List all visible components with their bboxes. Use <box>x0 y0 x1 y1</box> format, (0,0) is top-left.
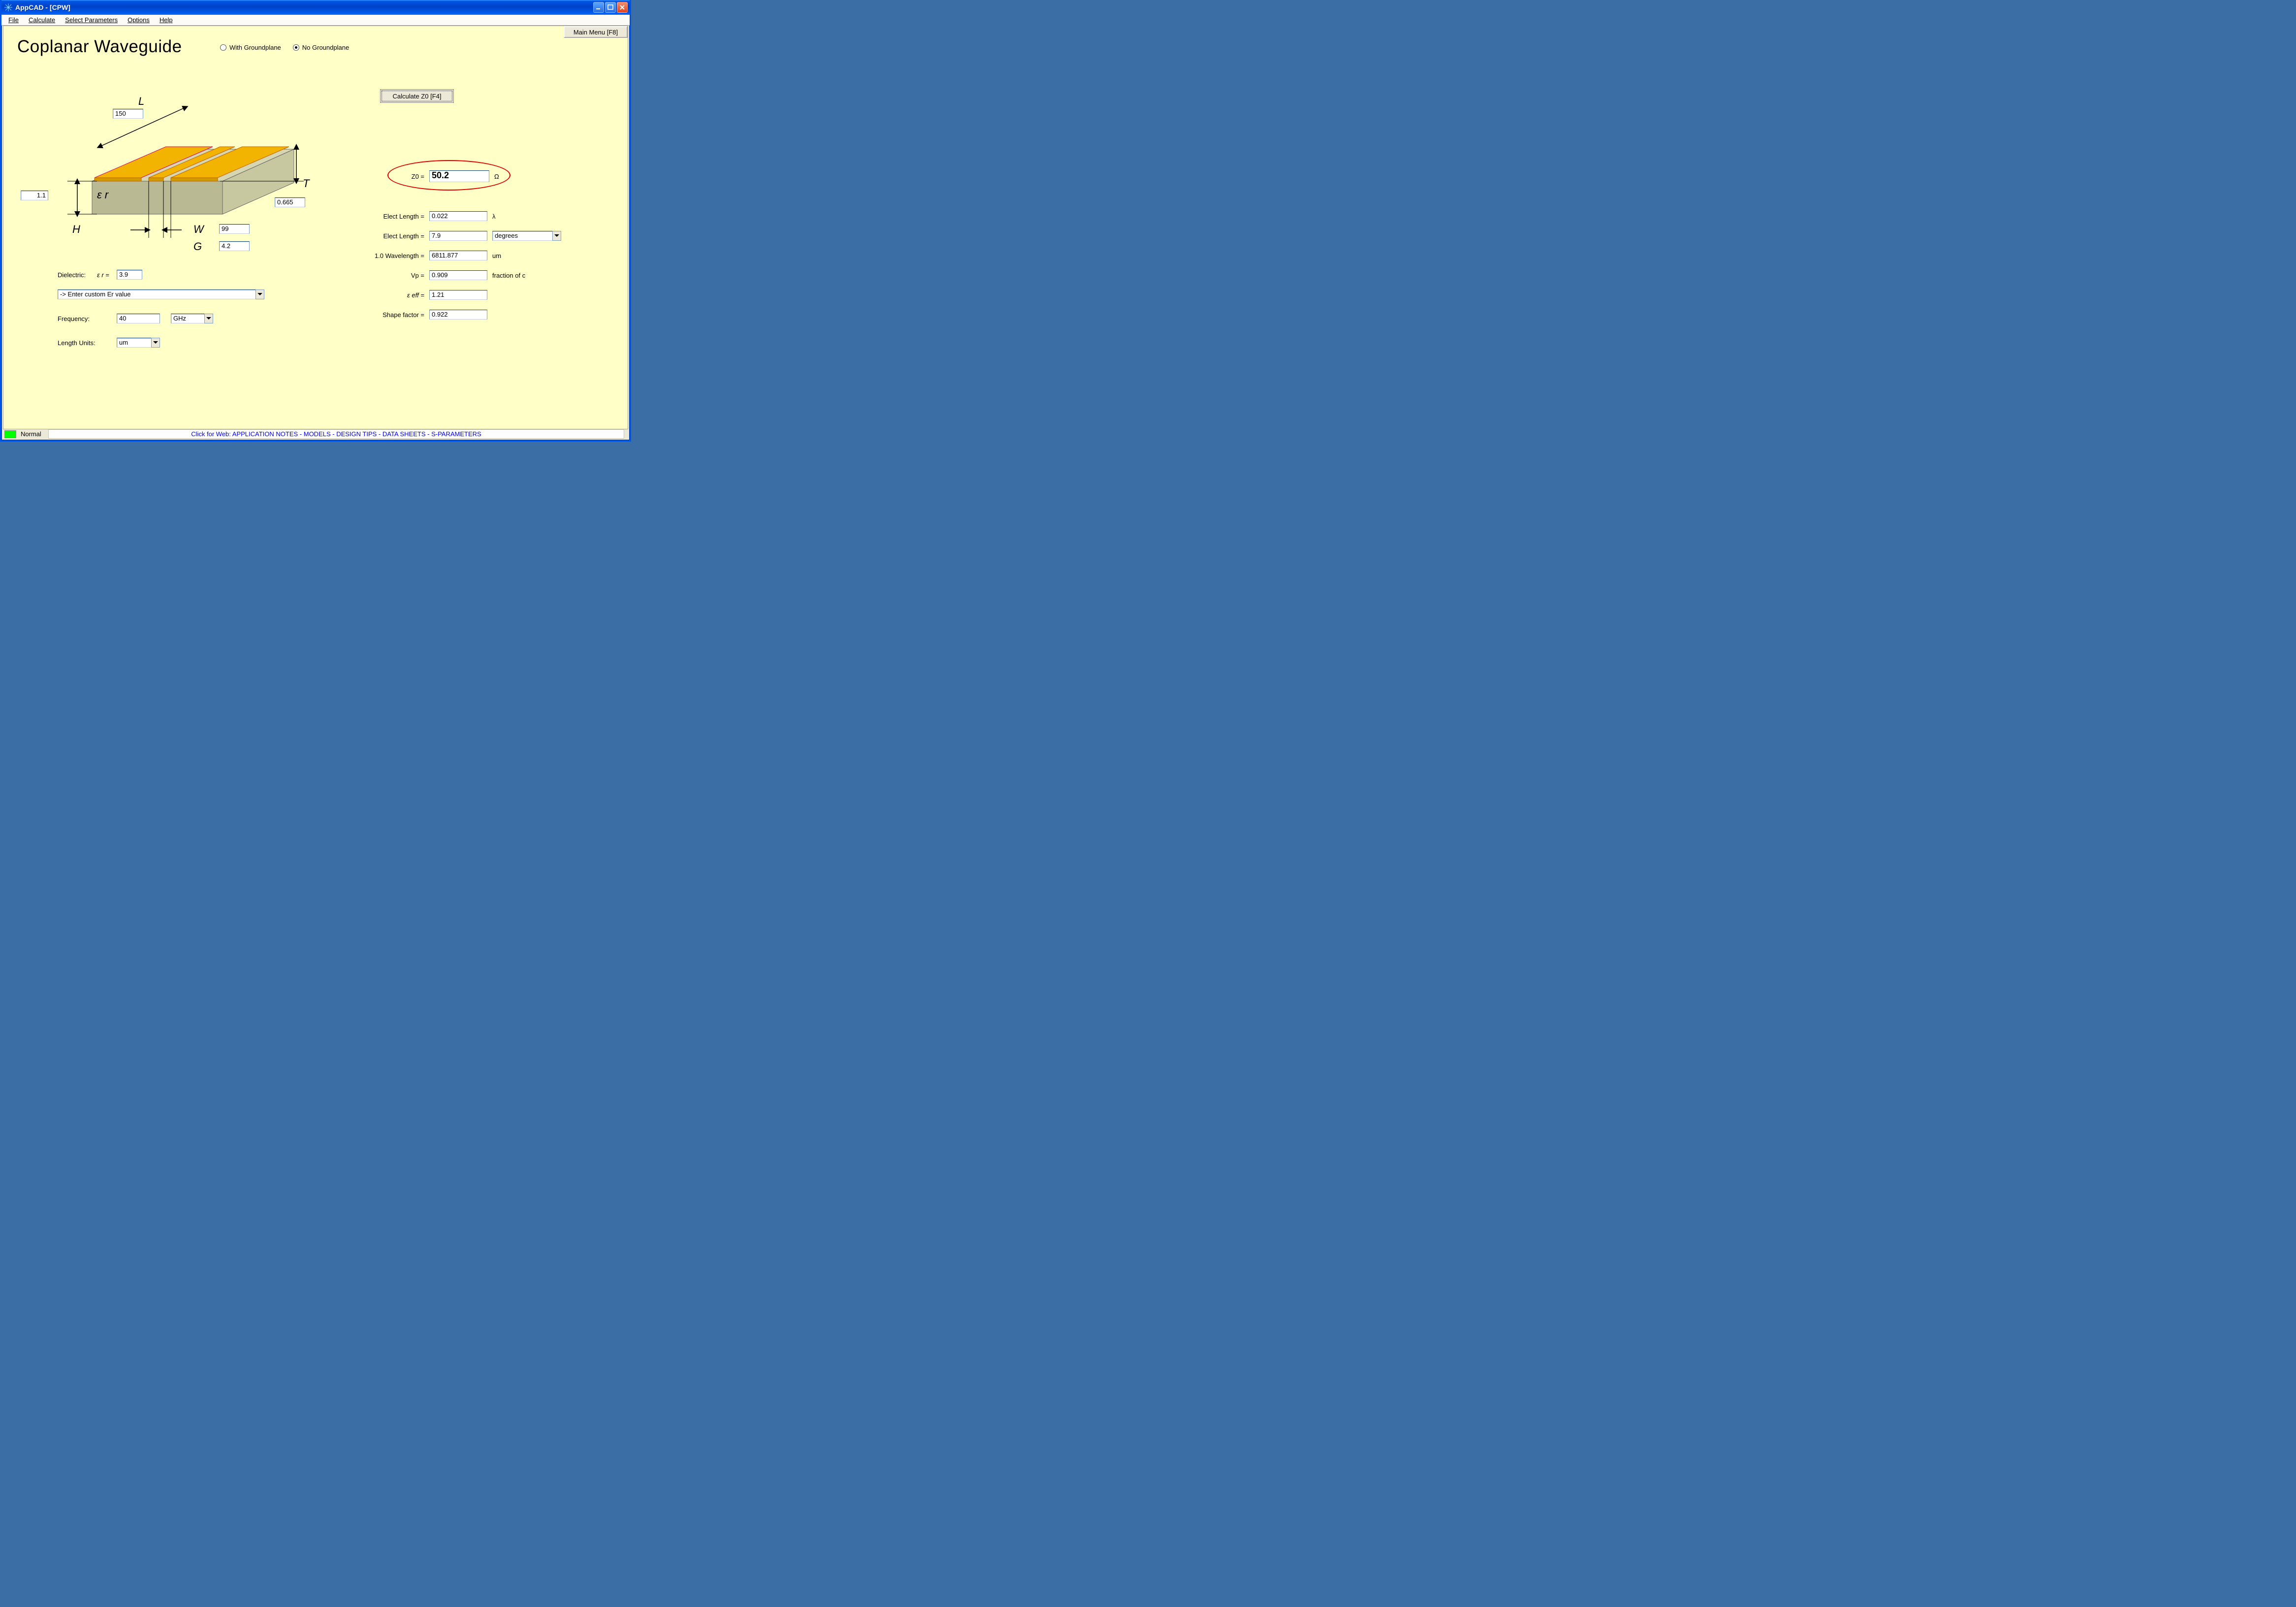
input-gap-g[interactable]: 4.2 <box>219 241 250 251</box>
chevron-down-icon[interactable] <box>151 338 160 348</box>
input-thickness-t[interactable]: 0.665 <box>275 197 305 207</box>
main-menu-button[interactable]: Main Menu [F8] <box>564 26 628 38</box>
menu-select-parameters[interactable]: Select Parameters <box>61 15 122 25</box>
diagram-label-l: L <box>138 95 144 108</box>
combo-length-units[interactable]: um <box>117 338 160 348</box>
label-elect-length-deg: Elect Length = <box>351 232 424 240</box>
status-led-icon <box>4 430 16 438</box>
radio-label: No Groundplane <box>302 44 349 51</box>
output-elect-length-deg: 7.9 <box>429 231 487 241</box>
output-wavelength: 6811.877 <box>429 251 487 260</box>
output-eeff: 1.21 <box>429 290 487 300</box>
unit-ohm: Ω <box>494 173 499 180</box>
combo-er-material[interactable]: -> Enter custom Er value <box>58 289 264 299</box>
output-shape-factor: 0.922 <box>429 310 487 320</box>
radio-icon <box>293 44 299 51</box>
client-area: Main Menu [F8] Coplanar Waveguide With G… <box>3 26 628 429</box>
chevron-down-icon[interactable] <box>255 289 264 299</box>
chevron-down-icon[interactable] <box>552 231 561 241</box>
menu-calculate[interactable]: Calculate <box>25 15 59 25</box>
input-eps-r[interactable]: 3.9 <box>117 270 142 280</box>
window-title: AppCAD - [CPW] <box>15 3 592 11</box>
label-wavelength: 1.0 Wavelength = <box>351 252 424 259</box>
unit-wavelength: um <box>492 252 501 259</box>
chevron-down-icon[interactable] <box>204 314 213 323</box>
diagram-label-epsr: ε r <box>97 189 108 201</box>
combo-length-units-text[interactable]: um <box>117 338 151 348</box>
page-title: Coplanar Waveguide <box>17 37 182 57</box>
output-row-z0: Z0 = 50.2 Ω <box>351 170 499 182</box>
input-frequency[interactable]: 40 <box>117 314 160 323</box>
label-z0: Z0 = <box>351 173 424 180</box>
status-bar: Normal Click for Web: APPLICATION NOTES … <box>3 429 628 439</box>
input-height-h[interactable]: 1.1 <box>21 191 48 200</box>
calculate-z0-button[interactable]: Calculate Z0 [F4] <box>380 89 454 103</box>
label-shape-factor: Shape factor = <box>351 311 424 319</box>
menu-bar: File Calculate Select Parameters Options… <box>1 15 630 26</box>
close-button[interactable] <box>617 2 628 13</box>
diagram-label-t: T <box>303 177 309 190</box>
maximize-button[interactable] <box>605 2 616 13</box>
menu-file[interactable]: File <box>4 15 23 25</box>
app-icon <box>4 3 12 11</box>
label-dielectric: Dielectric: <box>58 271 86 279</box>
unit-lambda: λ <box>492 213 496 220</box>
radio-icon <box>220 44 226 51</box>
combo-er-material-text[interactable]: -> Enter custom Er value <box>58 289 255 299</box>
combo-elen-deg-unit[interactable]: degrees <box>492 231 561 241</box>
diagram-label-h: H <box>72 223 80 236</box>
output-vp: 0.909 <box>429 270 487 280</box>
input-width-w[interactable]: 99 <box>219 224 250 234</box>
label-length-units: Length Units: <box>58 339 96 347</box>
output-elect-length-lambda: 0.022 <box>429 211 487 221</box>
combo-elen-deg-unit-text[interactable]: degrees <box>492 231 552 241</box>
status-web-link[interactable]: Click for Web: APPLICATION NOTES - MODEL… <box>48 429 624 439</box>
radio-label: With Groundplane <box>229 44 281 51</box>
radio-no-groundplane[interactable]: No Groundplane <box>293 44 349 51</box>
combo-frequency-unit[interactable]: GHz <box>171 314 213 323</box>
label-eeff: ε eff = <box>351 291 424 299</box>
diagram-graphic <box>48 70 309 238</box>
radio-with-groundplane[interactable]: With Groundplane <box>220 44 281 51</box>
diagram-label-g: G <box>193 240 202 253</box>
label-frequency: Frequency: <box>58 315 90 322</box>
label-eps-r: ε r = <box>97 271 109 279</box>
app-window: AppCAD - [CPW] File Calculate Select Par… <box>0 0 631 442</box>
output-z0: 50.2 <box>429 170 489 182</box>
menu-options[interactable]: Options <box>124 15 154 25</box>
minimize-button[interactable] <box>593 2 604 13</box>
groundplane-radio-group: With Groundplane No Groundplane <box>220 44 349 51</box>
input-length-l[interactable]: 150 <box>113 109 143 119</box>
menu-help[interactable]: Help <box>156 15 177 25</box>
diagram-label-w: W <box>193 223 204 236</box>
label-vp: Vp = <box>351 272 424 279</box>
unit-vp: fraction of c <box>492 272 525 279</box>
combo-frequency-unit-text[interactable]: GHz <box>171 314 204 323</box>
label-elect-length-lambda: Elect Length = <box>351 213 424 220</box>
status-mode: Normal <box>18 430 44 438</box>
title-bar: AppCAD - [CPW] <box>1 0 630 15</box>
cpw-diagram: L 150 1.1 H ε r T 0.665 W 99 G 4.2 <box>48 70 309 238</box>
